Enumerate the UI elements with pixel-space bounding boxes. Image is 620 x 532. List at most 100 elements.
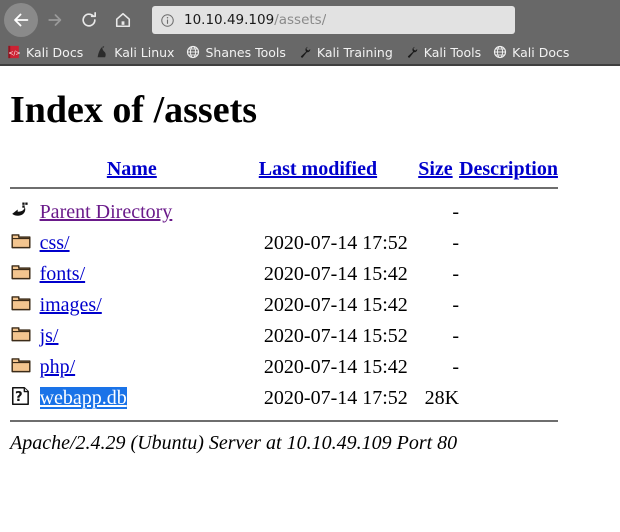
address-bar[interactable]: 10.10.49.109/assets/ bbox=[152, 6, 515, 34]
bookmark-label: Shanes Tools bbox=[205, 44, 286, 60]
bookmark-kali-docs-2[interactable]: Kali Docs bbox=[492, 44, 569, 60]
globe-icon bbox=[492, 44, 508, 60]
unknown-file-icon: ? bbox=[10, 385, 32, 407]
row-icon-cell bbox=[10, 321, 40, 352]
entry-link-php[interactable]: php/ bbox=[40, 356, 76, 378]
row-icon-cell bbox=[10, 352, 40, 383]
bookmark-kali-docs[interactable]: </> Kali Docs bbox=[6, 44, 83, 60]
row-name-cell[interactable]: css/ bbox=[40, 228, 225, 259]
row-description-cell bbox=[459, 228, 558, 259]
table-row[interactable]: ? webapp.db 2020-07-14 17:52 28K bbox=[10, 383, 558, 414]
sort-by-description-link[interactable]: Description bbox=[459, 158, 558, 180]
svg-text:?: ? bbox=[15, 390, 23, 405]
url-path: /assets/ bbox=[274, 12, 327, 28]
apache-directory-index: Index of /assets Name Last modified Size… bbox=[0, 88, 620, 532]
row-date-cell: 2020-07-14 17:52 bbox=[263, 232, 408, 254]
bookmark-label: Kali Docs bbox=[512, 44, 570, 60]
info-circle-icon[interactable] bbox=[160, 13, 175, 28]
forward-button[interactable] bbox=[38, 3, 72, 37]
row-name-cell[interactable]: fonts/ bbox=[40, 259, 225, 290]
row-description-cell bbox=[459, 352, 558, 383]
footer-rule-cell bbox=[10, 414, 558, 430]
entry-link-parent-directory[interactable]: Parent Directory bbox=[40, 201, 173, 223]
page-title: Index of /assets bbox=[10, 89, 258, 131]
row-date-cell: 2020-07-14 17:52 bbox=[263, 387, 408, 409]
globe-icon bbox=[185, 44, 201, 60]
row-description-cell bbox=[459, 259, 558, 290]
header-rule-row bbox=[10, 181, 558, 197]
entry-link-fonts[interactable]: fonts/ bbox=[40, 263, 86, 285]
row-icon-cell bbox=[10, 259, 40, 290]
home-icon bbox=[115, 12, 131, 28]
wrench-icon bbox=[297, 44, 313, 60]
sort-by-date-link[interactable]: Last modified bbox=[259, 158, 377, 180]
row-name-cell[interactable]: js/ bbox=[40, 321, 225, 352]
row-name-cell[interactable]: webapp.db bbox=[39, 383, 225, 414]
bookmark-label: Kali Training bbox=[316, 44, 393, 60]
bookmark-kali-tools[interactable]: Kali Tools bbox=[404, 44, 481, 60]
sort-by-size-link[interactable]: Size bbox=[418, 158, 452, 180]
folder-icon bbox=[10, 323, 32, 345]
folder-icon bbox=[10, 230, 32, 252]
row-description-cell bbox=[459, 383, 558, 414]
row-icon-cell bbox=[10, 290, 40, 321]
entry-link-webapp-db[interactable]: webapp.db bbox=[39, 387, 127, 409]
url-host: 10.10.49.109 bbox=[184, 12, 275, 28]
row-size-cell: 28K bbox=[424, 387, 460, 409]
browser-toolbar: 10.10.49.109/assets/ bbox=[0, 0, 620, 40]
row-description-cell bbox=[459, 197, 558, 228]
back-arrow-icon bbox=[14, 13, 29, 27]
folder-icon bbox=[10, 292, 32, 314]
header-rule-cell bbox=[10, 181, 558, 197]
table-header-row: Name Last modified Size Description bbox=[10, 158, 558, 181]
bookmark-shanes-tools[interactable]: Shanes Tools bbox=[185, 44, 286, 60]
row-size-cell: - bbox=[452, 263, 460, 285]
folder-icon bbox=[10, 261, 32, 283]
home-button[interactable] bbox=[106, 3, 140, 37]
bookmark-label: Kali Tools bbox=[423, 44, 482, 60]
bookmark-label: Kali Docs bbox=[26, 44, 84, 60]
back-button[interactable] bbox=[4, 3, 38, 37]
row-size-cell: - bbox=[452, 325, 460, 347]
row-name-cell[interactable]: Parent Directory bbox=[40, 197, 225, 228]
row-icon-cell bbox=[10, 228, 40, 259]
table-row[interactable]: php/ 2020-07-14 15:42 - bbox=[10, 352, 558, 383]
reload-button[interactable] bbox=[72, 3, 106, 37]
row-date-cell bbox=[224, 197, 412, 228]
row-size-cell: - bbox=[452, 294, 460, 316]
row-date-cell: 2020-07-14 15:42 bbox=[263, 356, 408, 378]
forward-arrow-icon bbox=[48, 14, 62, 26]
horizontal-rule-bottom bbox=[10, 420, 558, 422]
header-last-modified[interactable]: Last modified bbox=[224, 158, 412, 181]
bookmark-kali-linux[interactable]: Kali Linux bbox=[94, 44, 174, 60]
server-signature: Apache/2.4.29 (Ubuntu) Server at 10.10.4… bbox=[10, 432, 458, 454]
bookmarks-bar: </> Kali Docs Kali Linux Shanes Tools Ka… bbox=[0, 40, 620, 66]
row-name-cell[interactable]: images/ bbox=[40, 290, 225, 321]
row-size-cell: - bbox=[452, 232, 460, 254]
entry-link-js[interactable]: js/ bbox=[40, 325, 59, 347]
row-size-cell: - bbox=[452, 356, 460, 378]
url-text: 10.10.49.109/assets/ bbox=[184, 12, 326, 28]
row-icon-cell: ? bbox=[10, 383, 40, 414]
table-row[interactable]: fonts/ 2020-07-14 15:42 - bbox=[10, 259, 558, 290]
entry-link-css[interactable]: css/ bbox=[40, 232, 70, 254]
header-size[interactable]: Size bbox=[412, 158, 459, 181]
bookmark-kali-training[interactable]: Kali Training bbox=[297, 44, 393, 60]
table-row[interactable]: images/ 2020-07-14 15:42 - bbox=[10, 290, 558, 321]
entry-link-images[interactable]: images/ bbox=[40, 294, 102, 316]
header-name[interactable]: Name bbox=[40, 158, 225, 181]
row-name-cell[interactable]: php/ bbox=[40, 352, 225, 383]
row-description-cell bbox=[459, 321, 558, 352]
table-row[interactable]: css/ 2020-07-14 17:52 - bbox=[10, 228, 558, 259]
row-icon-cell bbox=[10, 197, 40, 228]
back-arrow-icon bbox=[10, 199, 32, 221]
header-description[interactable]: Description bbox=[459, 158, 558, 181]
row-size-cell: - bbox=[452, 201, 460, 223]
header-icon-spacer bbox=[10, 158, 40, 181]
table-row[interactable]: js/ 2020-07-14 15:52 - bbox=[10, 321, 558, 352]
reload-icon bbox=[82, 12, 96, 27]
sort-by-name-link[interactable]: Name bbox=[107, 158, 157, 180]
row-date-cell: 2020-07-14 15:42 bbox=[263, 263, 408, 285]
table-row[interactable]: Parent Directory - bbox=[10, 197, 558, 228]
row-date-cell: 2020-07-14 15:52 bbox=[263, 325, 408, 347]
